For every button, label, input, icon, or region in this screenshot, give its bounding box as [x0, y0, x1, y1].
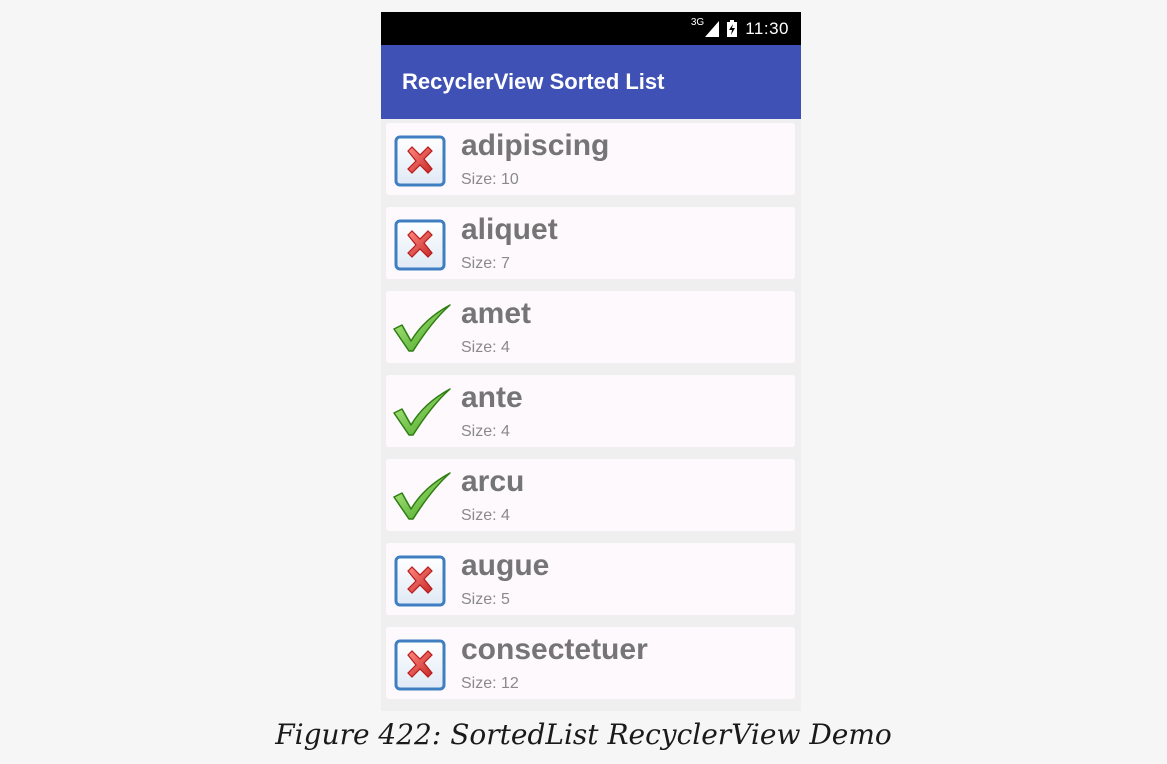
recycler-list[interactable]: adipiscing Size: 10 aliquet Size: 7 amet Size… — [381, 119, 801, 699]
red-x-icon — [394, 219, 446, 271]
page: 3G 11:30 RecyclerView Sorted List adipis… — [0, 0, 1167, 764]
app-bar: RecyclerView Sorted List — [381, 45, 801, 119]
green-check-icon — [392, 471, 452, 523]
item-size: Size: 10 — [461, 171, 519, 188]
signal-icon — [705, 20, 720, 37]
figure-caption: Figure 422: SortedList RecyclerView Demo — [275, 718, 892, 751]
item-size: Size: 5 — [461, 591, 510, 608]
list-item[interactable]: amet Size: 4 — [386, 291, 795, 363]
item-word: augue — [461, 549, 550, 582]
item-word: adipiscing — [461, 129, 610, 162]
phone-screen: 3G 11:30 RecyclerView Sorted List adipis… — [381, 12, 801, 711]
list-item[interactable]: augue Size: 5 — [386, 543, 795, 615]
item-size: Size: 4 — [461, 507, 510, 524]
list-item[interactable]: adipiscing Size: 10 — [386, 123, 795, 195]
item-size: Size: 12 — [461, 675, 519, 692]
item-size: Size: 4 — [461, 423, 510, 440]
item-size: Size: 7 — [461, 255, 510, 272]
red-x-icon — [394, 135, 446, 187]
app-title: RecyclerView Sorted List — [402, 69, 665, 94]
status-bar: 3G 11:30 — [381, 12, 801, 45]
clock-time: 11:30 — [745, 18, 789, 38]
list-item[interactable]: aliquet Size: 7 — [386, 207, 795, 279]
battery-icon — [727, 20, 738, 37]
green-check-icon — [392, 303, 452, 355]
red-x-icon — [394, 555, 446, 607]
item-word: arcu — [461, 465, 525, 498]
red-x-icon — [394, 639, 446, 691]
item-word: aliquet — [461, 213, 558, 246]
item-size: Size: 4 — [461, 339, 510, 356]
list-item[interactable]: consectetuer Size: 12 — [386, 627, 795, 699]
list-item[interactable]: ante Size: 4 — [386, 375, 795, 447]
list-item[interactable]: arcu Size: 4 — [386, 459, 795, 531]
item-word: amet — [461, 297, 532, 330]
item-word: consectetuer — [461, 633, 648, 666]
item-word: ante — [461, 381, 523, 414]
network-type: 3G — [690, 17, 705, 28]
green-check-icon — [392, 387, 452, 439]
